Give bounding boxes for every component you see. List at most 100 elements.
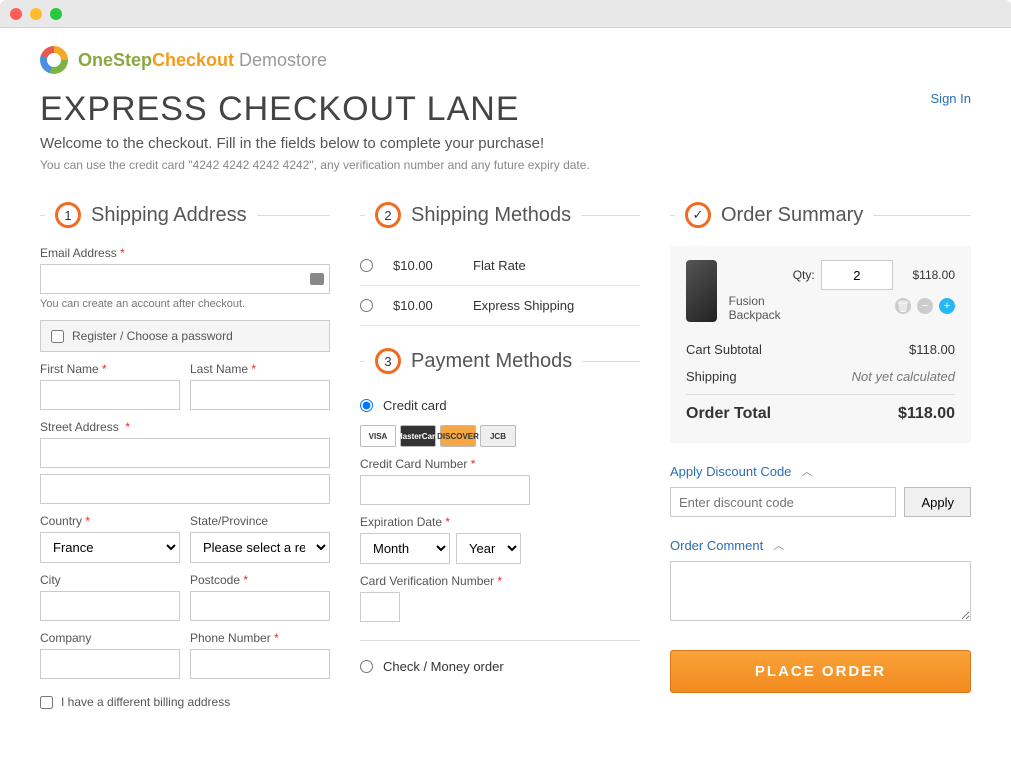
company-label: Company	[40, 631, 180, 645]
street-label: Street Address *	[40, 420, 330, 434]
shipping-method-flat-rate[interactable]: $10.00 Flat Rate	[360, 246, 640, 286]
exp-date-label: Expiration Date *	[360, 515, 640, 529]
country-select[interactable]: France	[40, 532, 180, 563]
visa-icon: VISA	[360, 425, 396, 447]
street-input-1[interactable]	[40, 438, 330, 468]
qty-label: Qty:	[793, 268, 815, 282]
exp-year-select[interactable]: Year	[456, 533, 521, 564]
payment-method-credit-card[interactable]: Credit card	[360, 392, 640, 419]
diff-billing-checkbox[interactable]	[40, 696, 53, 709]
phone-label: Phone Number *	[190, 631, 330, 645]
discount-code-input[interactable]	[670, 487, 896, 517]
order-comment-toggle[interactable]: Order Comment ︿	[670, 537, 971, 553]
product-thumbnail	[686, 260, 717, 322]
credit-card-radio[interactable]	[360, 399, 373, 412]
register-label: Register / Choose a password	[72, 329, 233, 343]
subtotal-value: $118.00	[909, 342, 955, 357]
chevron-up-icon: ︿	[773, 537, 784, 553]
state-label: State/Province	[190, 514, 330, 528]
express-name: Express Shipping	[473, 298, 574, 313]
diff-billing-label: I have a different billing address	[61, 695, 230, 709]
order-summary-head: ✓ Order Summary	[670, 202, 971, 228]
postcode-label: Postcode *	[190, 573, 330, 587]
shipping-radio-flat[interactable]	[360, 259, 373, 272]
logo-text-demostore: Demostore	[234, 50, 327, 70]
card-brand-icons: VISA MasterCard DISCOVER JCB	[360, 425, 640, 447]
apply-discount-button[interactable]: Apply	[904, 487, 971, 517]
shipping-methods-title: Shipping Methods	[411, 204, 571, 227]
register-checkbox[interactable]	[51, 330, 64, 343]
shipping-radio-express[interactable]	[360, 299, 373, 312]
exp-month-select[interactable]: Month	[360, 533, 450, 564]
order-summary-title: Order Summary	[721, 204, 863, 227]
subtotal-row: Cart Subtotal $118.00	[686, 336, 955, 363]
page-title: EXPRESS CHECKOUT LANE	[40, 90, 971, 129]
shipping-address-title: Shipping Address	[91, 204, 247, 227]
state-select[interactable]: Please select a region, state or provinc…	[190, 532, 330, 563]
autofill-icon	[310, 273, 324, 285]
qty-plus-icon[interactable]: +	[939, 298, 955, 314]
test-card-hint: You can use the credit card "4242 4242 4…	[40, 158, 971, 172]
last-name-input[interactable]	[190, 380, 330, 410]
payment-methods-head: 3 Payment Methods	[360, 348, 640, 374]
email-label: Email Address *	[40, 246, 330, 260]
shipping-total-row: Shipping Not yet calculated	[686, 363, 955, 390]
cvv-label: Card Verification Number *	[360, 574, 640, 588]
payment-divider	[360, 640, 640, 641]
line-total: $118.00	[913, 268, 956, 282]
remove-item-icon[interactable]: 🗑	[895, 298, 911, 314]
site-logo: OneStepCheckout Demostore	[40, 46, 971, 74]
step-badge-1: 1	[55, 202, 81, 228]
discount-toggle[interactable]: Apply Discount Code ︿	[670, 463, 971, 479]
logo-icon	[40, 46, 68, 74]
first-name-input[interactable]	[40, 380, 180, 410]
grand-total-row: Order Total $118.00	[686, 394, 955, 429]
qty-input[interactable]	[821, 260, 893, 290]
step-badge-check: ✓	[685, 202, 711, 228]
place-order-button[interactable]: PLACE ORDER	[670, 650, 971, 693]
logo-text-one: OneStep	[78, 50, 152, 70]
payment-method-check[interactable]: Check / Money order	[360, 653, 640, 680]
step-badge-3: 3	[375, 348, 401, 374]
express-price: $10.00	[393, 298, 453, 313]
order-summary-box: Fusion Backpack Qty: $118.00 🗑 − +	[670, 246, 971, 443]
window-maximize-dot[interactable]	[50, 8, 62, 20]
order-comment-head-label: Order Comment	[670, 538, 763, 553]
check-money-radio[interactable]	[360, 660, 373, 673]
qty-minus-icon[interactable]: −	[917, 298, 933, 314]
sign-in-link[interactable]: Sign In	[931, 91, 971, 106]
phone-input[interactable]	[190, 649, 330, 679]
shipping-total-value: Not yet calculated	[852, 369, 955, 384]
last-name-label: Last Name *	[190, 362, 330, 376]
browser-titlebar	[0, 0, 1011, 28]
cvv-input[interactable]	[360, 592, 400, 622]
check-money-label: Check / Money order	[383, 659, 504, 674]
welcome-text: Welcome to the checkout. Fill in the fie…	[40, 135, 971, 152]
cc-number-input[interactable]	[360, 475, 530, 505]
logo-text-checkout: Checkout	[152, 50, 234, 70]
register-toggle[interactable]: Register / Choose a password	[40, 320, 330, 352]
company-input[interactable]	[40, 649, 180, 679]
email-input[interactable]	[40, 264, 330, 294]
shipping-total-label: Shipping	[686, 369, 737, 384]
discover-icon: DISCOVER	[440, 425, 476, 447]
cc-number-label: Credit Card Number *	[360, 457, 640, 471]
subtotal-label: Cart Subtotal	[686, 342, 762, 357]
city-label: City	[40, 573, 180, 587]
order-comment-textarea[interactable]	[670, 561, 971, 621]
step-badge-2: 2	[375, 202, 401, 228]
street-input-2[interactable]	[40, 474, 330, 504]
credit-card-label: Credit card	[383, 398, 447, 413]
shipping-address-head: 1 Shipping Address	[40, 202, 330, 228]
flat-rate-name: Flat Rate	[473, 258, 526, 273]
shipping-methods-head: 2 Shipping Methods	[360, 202, 640, 228]
postcode-input[interactable]	[190, 591, 330, 621]
grand-total-label: Order Total	[686, 405, 771, 423]
shipping-method-express[interactable]: $10.00 Express Shipping	[360, 286, 640, 326]
discount-head-label: Apply Discount Code	[670, 464, 791, 479]
window-close-dot[interactable]	[10, 8, 22, 20]
window-minimize-dot[interactable]	[30, 8, 42, 20]
first-name-label: First Name *	[40, 362, 180, 376]
product-name: Fusion Backpack	[729, 294, 781, 322]
city-input[interactable]	[40, 591, 180, 621]
